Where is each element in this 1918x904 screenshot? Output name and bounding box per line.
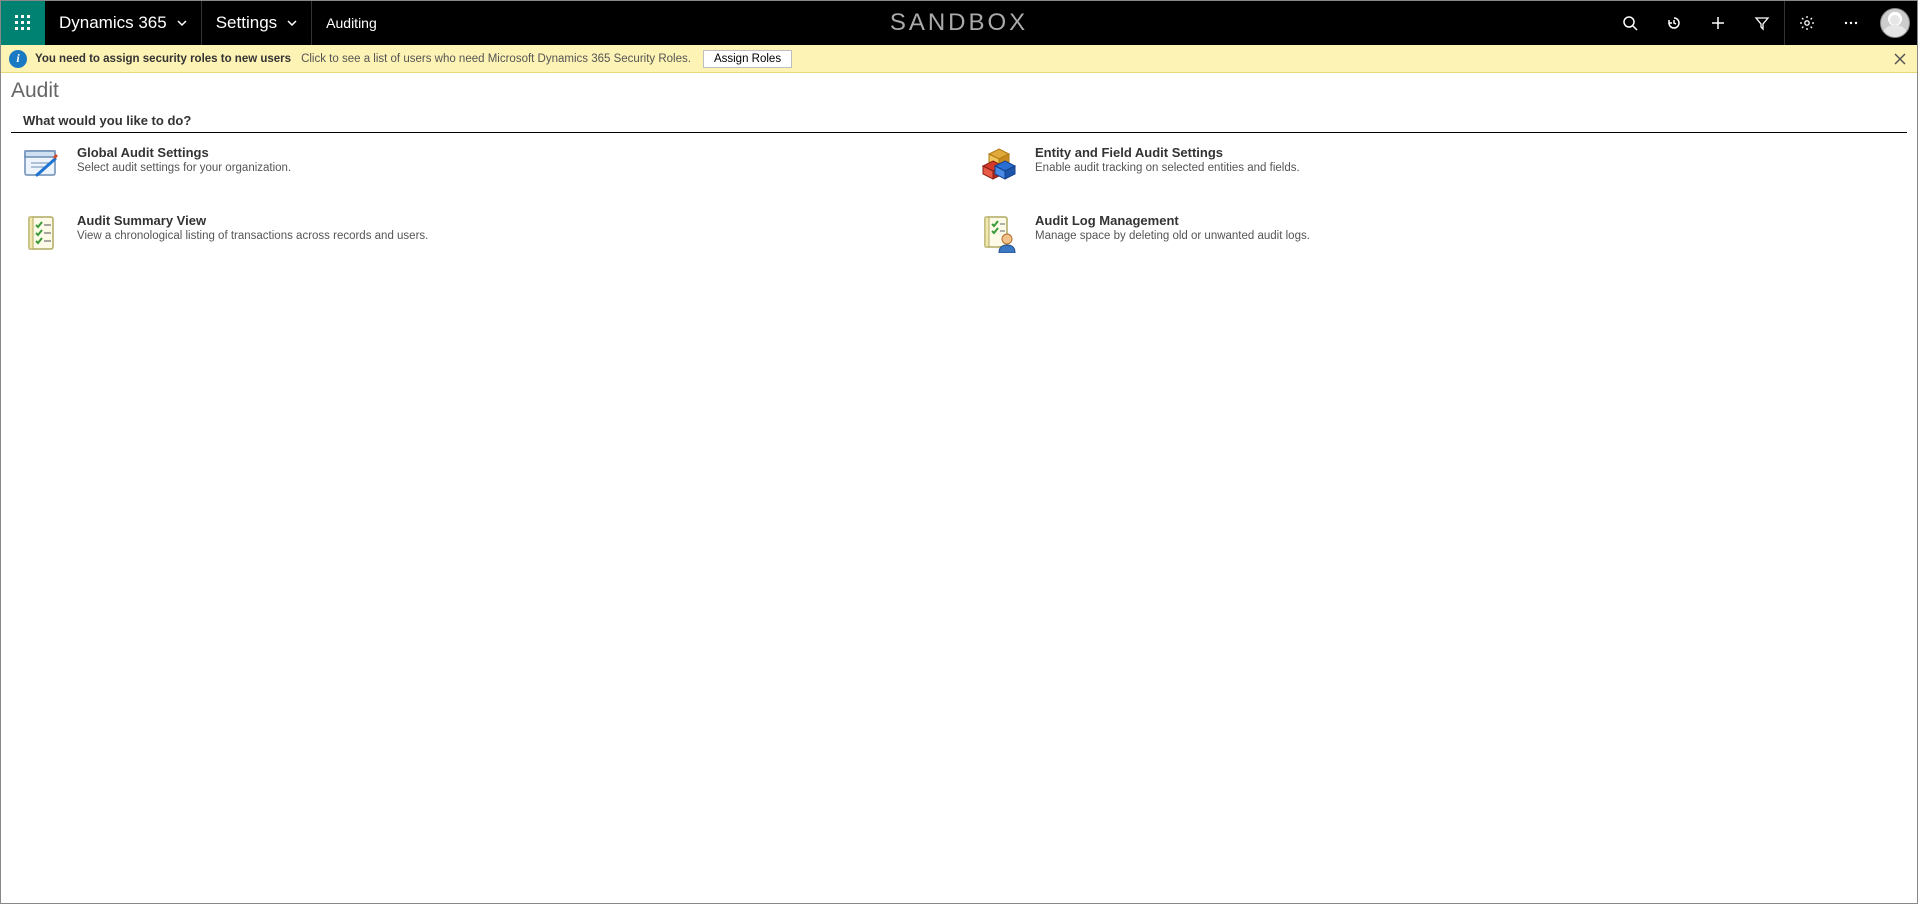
card-title: Global Audit Settings	[77, 145, 291, 160]
nav-right-actions	[1608, 1, 1917, 45]
card-audit-log-management[interactable]: Audit Log Management Manage space by del…	[979, 213, 1897, 253]
environment-label: SANDBOX	[890, 9, 1028, 37]
avatar-icon	[1880, 8, 1910, 38]
nav-product-dropdown[interactable]: Dynamics 365	[45, 1, 202, 45]
page-title: Audit	[1, 73, 1917, 109]
chevron-down-icon	[177, 18, 187, 28]
advanced-find-button[interactable]	[1740, 1, 1784, 45]
notice-heading: You need to assign security roles to new…	[35, 53, 291, 65]
search-icon	[1622, 15, 1638, 31]
search-button[interactable]	[1608, 1, 1652, 45]
prompt-heading: What would you like to do?	[11, 109, 1907, 133]
nav-product-label: Dynamics 365	[59, 13, 167, 33]
card-title: Audit Log Management	[1035, 213, 1310, 228]
new-record-button[interactable]	[1696, 1, 1740, 45]
top-navbar: Dynamics 365 Settings Auditing SANDBOX	[1, 1, 1917, 45]
notice-description: Click to see a list of users who need Mi…	[301, 53, 691, 65]
gear-icon	[1799, 15, 1815, 31]
cubes-icon	[979, 145, 1019, 185]
plus-icon	[1710, 15, 1726, 31]
settings-gear-button[interactable]	[1785, 1, 1829, 45]
environment-badge: SANDBOX	[890, 1, 1028, 45]
log-user-icon	[979, 213, 1019, 253]
card-title: Entity and Field Audit Settings	[1035, 145, 1300, 160]
card-global-audit-settings[interactable]: Global Audit Settings Select audit setti…	[21, 145, 939, 185]
card-description: Select audit settings for your organizat…	[77, 162, 291, 174]
info-icon: i	[9, 50, 27, 68]
card-entity-field-audit[interactable]: Entity and Field Audit Settings Enable a…	[979, 145, 1897, 185]
user-avatar-button[interactable]	[1873, 1, 1917, 45]
settings-doc-icon	[21, 145, 61, 185]
recent-button[interactable]	[1652, 1, 1696, 45]
nav-breadcrumb-label: Auditing	[326, 15, 377, 31]
nav-area-label: Settings	[216, 13, 277, 33]
card-audit-summary-view[interactable]: Audit Summary View View a chronological …	[21, 213, 939, 253]
notice-close-button[interactable]	[1887, 45, 1913, 72]
ellipsis-icon	[1843, 15, 1859, 31]
security-roles-notice: i You need to assign security roles to n…	[1, 45, 1917, 73]
app-launcher-button[interactable]	[1, 1, 45, 45]
assign-roles-button[interactable]: Assign Roles	[703, 50, 792, 68]
more-button[interactable]	[1829, 1, 1873, 45]
card-title: Audit Summary View	[77, 213, 428, 228]
filter-icon	[1754, 15, 1770, 31]
history-icon	[1666, 15, 1682, 31]
card-description: View a chronological listing of transact…	[77, 230, 428, 242]
nav-area-dropdown[interactable]: Settings	[202, 1, 312, 45]
card-description: Manage space by deleting old or unwanted…	[1035, 230, 1310, 242]
cards-grid: Global Audit Settings Select audit setti…	[1, 145, 1917, 253]
checklist-icon	[21, 213, 61, 253]
card-description: Enable audit tracking on selected entiti…	[1035, 162, 1300, 174]
chevron-down-icon	[287, 18, 297, 28]
close-icon	[1894, 53, 1906, 65]
nav-breadcrumb[interactable]: Auditing	[312, 1, 391, 45]
waffle-icon	[15, 15, 31, 31]
